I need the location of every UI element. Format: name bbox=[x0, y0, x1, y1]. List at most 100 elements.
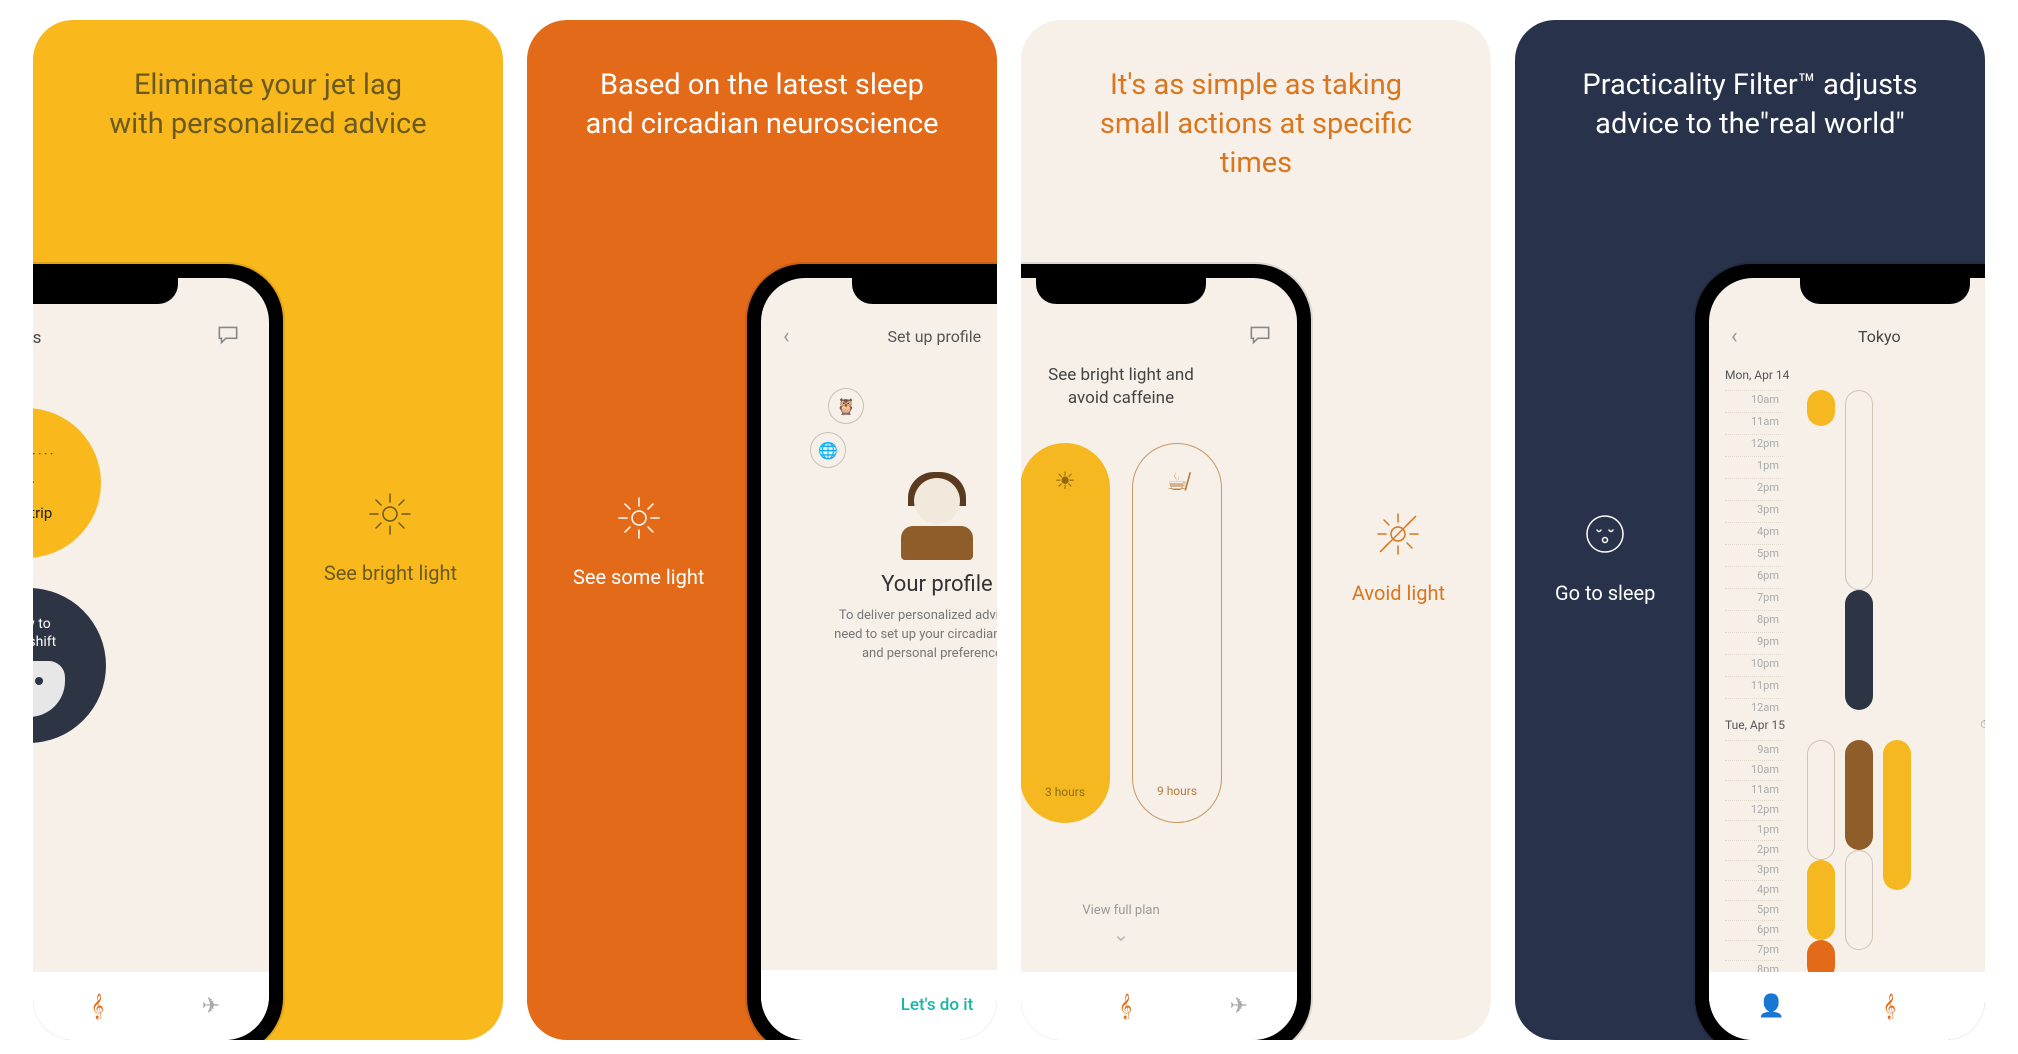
side-tip: Avoid light bbox=[1352, 510, 1445, 605]
phone-notch bbox=[1036, 276, 1206, 304]
screen-title: Jet lag plans bbox=[33, 328, 41, 348]
time-tick: 10am bbox=[1725, 390, 1783, 412]
appstore-card-3: It's as simple as taking small actions a… bbox=[1021, 20, 1491, 1040]
day-2-timezone: ⏱ Tokyo time bbox=[1980, 718, 1985, 732]
time-tick: 2pm bbox=[1725, 478, 1783, 500]
phone-frame: ‹ Set up profile 🦉 ⚥ 🌐 🎂 Your pr bbox=[747, 264, 997, 1040]
view-full-plan-button[interactable]: View full plan ⌄ bbox=[1021, 903, 1297, 946]
sun-icon bbox=[366, 490, 414, 543]
time-tick: 6pm bbox=[1725, 920, 1783, 940]
tab-trips-icon[interactable]: ✈︎ bbox=[202, 994, 220, 1019]
chat-icon[interactable] bbox=[1247, 322, 1273, 352]
phone-notch bbox=[852, 276, 997, 304]
side-tip-label: See bright light bbox=[324, 561, 457, 585]
time-tick: 11am bbox=[1725, 780, 1783, 800]
tab-bar: 👤 𝄞 ✈︎ bbox=[1021, 972, 1297, 1040]
time-tick: 5pm bbox=[1725, 900, 1783, 920]
action-pills: ☀︎ 3 hours ☕︎̸ 9 hours bbox=[1021, 443, 1222, 823]
time-tick: 10pm bbox=[1725, 654, 1783, 676]
tab-shift-icon[interactable]: 𝄞 bbox=[91, 994, 104, 1019]
appstore-card-2: Based on the latest sleep and circadian … bbox=[527, 20, 997, 1040]
add-trip-label: Add trip bbox=[33, 504, 52, 522]
time-tick: 6pm bbox=[1725, 566, 1783, 588]
side-tip-label: Go to sleep bbox=[1555, 581, 1655, 605]
owl-icon: 🦉 bbox=[828, 388, 864, 424]
time-tick: 2pm bbox=[1725, 840, 1783, 860]
no-coffee-icon: ☕︎̸ bbox=[1166, 468, 1188, 497]
time-tick: 8pm bbox=[1725, 610, 1783, 632]
side-tip: See some light bbox=[573, 494, 704, 589]
sun-icon: ☀︎ bbox=[1054, 467, 1076, 495]
no-sun-icon bbox=[1374, 510, 1422, 563]
side-tip-label: See some light bbox=[573, 565, 704, 589]
side-tip: Go to sleep bbox=[1555, 510, 1655, 605]
sleep-block[interactable] bbox=[1845, 590, 1873, 710]
lets-do-it-button[interactable]: Let's do it bbox=[761, 970, 997, 1040]
time-tick: 11pm bbox=[1725, 676, 1783, 698]
time-axis-day2: 9am10am11am12pm1pm2pm3pm4pm5pm6pm7pm8pm9… bbox=[1725, 740, 1783, 1000]
tab-trips-icon[interactable]: ✈︎ bbox=[1230, 994, 1248, 1019]
caffeine-block[interactable] bbox=[1845, 740, 1873, 850]
avoid-caffeine-pill[interactable]: ☕︎̸ 9 hours bbox=[1132, 443, 1222, 823]
time-tick: 5pm bbox=[1725, 544, 1783, 566]
screen-title: Set up profile bbox=[778, 327, 997, 346]
timeline-day1 bbox=[1795, 390, 1985, 710]
time-tick: 7pm bbox=[1725, 940, 1783, 960]
add-trip-button[interactable]: ·········· ✈︎ Add trip bbox=[33, 408, 101, 558]
chat-icon[interactable] bbox=[215, 322, 241, 353]
time-tick: 10am bbox=[1725, 760, 1783, 780]
side-tip-label: Avoid light bbox=[1352, 581, 1445, 605]
time-tick: 9am bbox=[1725, 740, 1783, 760]
sun-icon bbox=[615, 494, 663, 547]
time-tick: 3pm bbox=[1725, 860, 1783, 880]
tab-profile-icon[interactable]: 👤 bbox=[1758, 994, 1785, 1019]
profile-heading: Your profile bbox=[822, 572, 997, 597]
how-to-label: How to timeshift bbox=[33, 616, 56, 651]
action-title: See bright light and avoid caffeine bbox=[1021, 364, 1297, 410]
view-full-plan-label: View full plan bbox=[1082, 903, 1159, 918]
chevron-down-icon: ⌄ bbox=[1021, 922, 1297, 946]
time-tick: 7pm bbox=[1725, 588, 1783, 610]
time-tick: 9pm bbox=[1725, 632, 1783, 654]
time-tick: 12am bbox=[1725, 698, 1783, 720]
time-axis-day1: 10am11am12pm1pm2pm3pm4pm5pm6pm7pm8pm9pm1… bbox=[1725, 390, 1783, 720]
tab-bar: 👤 𝄞 ✈︎ bbox=[1709, 972, 1985, 1040]
light-block[interactable] bbox=[1807, 390, 1835, 426]
tab-bar: 👤 𝄞 ✈︎ bbox=[33, 972, 269, 1040]
phone-notch bbox=[1800, 276, 1970, 304]
time-tick: 4pm bbox=[1725, 880, 1783, 900]
appstore-card-1: Eliminate your jet lag with personalized… bbox=[33, 20, 503, 1040]
screen-title: Tokyo bbox=[1720, 327, 1985, 346]
time-tick: 11am bbox=[1725, 412, 1783, 434]
card-headline: Based on the latest sleep and circadian … bbox=[527, 66, 997, 144]
pill-duration: 3 hours bbox=[1045, 785, 1085, 799]
light-block[interactable] bbox=[1807, 860, 1835, 940]
profile-body-text: To deliver personalized advice, we need … bbox=[822, 607, 997, 664]
how-to-timeshift-button[interactable]: How to timeshift bbox=[33, 588, 106, 743]
robot-icon bbox=[33, 661, 65, 717]
time-tick: 1pm bbox=[1725, 456, 1783, 478]
light-block[interactable] bbox=[1883, 740, 1911, 890]
trip-path-icon: ·········· bbox=[33, 445, 56, 463]
tab-shift-icon[interactable]: 𝄞 bbox=[1119, 994, 1132, 1019]
outline-block[interactable] bbox=[1807, 740, 1835, 860]
sleep-icon bbox=[1581, 510, 1629, 563]
outline-block[interactable] bbox=[1845, 850, 1873, 950]
day-2-label: Tue, Apr 15 bbox=[1725, 718, 1785, 732]
bright-light-pill[interactable]: ☀︎ 3 hours bbox=[1021, 443, 1110, 823]
plane-icon: ✈︎ bbox=[33, 471, 35, 496]
time-tick: 1pm bbox=[1725, 820, 1783, 840]
tab-shift-icon[interactable]: 𝄞 bbox=[1883, 994, 1896, 1019]
card-headline: It's as simple as taking small actions a… bbox=[1021, 66, 1491, 183]
profile-illustration: 🦉 ⚥ 🌐 🎂 Your profile To deliver personal… bbox=[822, 388, 997, 664]
card-headline: Eliminate your jet lag with personalized… bbox=[33, 66, 503, 144]
phone-frame: Jet lag plans ·········· ✈︎ Add trip How… bbox=[33, 264, 283, 1040]
side-tip: See bright light bbox=[324, 490, 457, 585]
time-tick: 12pm bbox=[1725, 434, 1783, 456]
day-1-label: Mon, Apr 14 bbox=[1725, 368, 1789, 382]
outline-block[interactable] bbox=[1845, 390, 1873, 590]
time-tick: 3pm bbox=[1725, 500, 1783, 522]
phone-notch bbox=[33, 276, 178, 304]
phone-frame: ‹ Tokyo Mon, Apr 14 Moscow 10am11am12pm1… bbox=[1695, 264, 1985, 1040]
globe-icon: 🌐 bbox=[810, 432, 846, 468]
